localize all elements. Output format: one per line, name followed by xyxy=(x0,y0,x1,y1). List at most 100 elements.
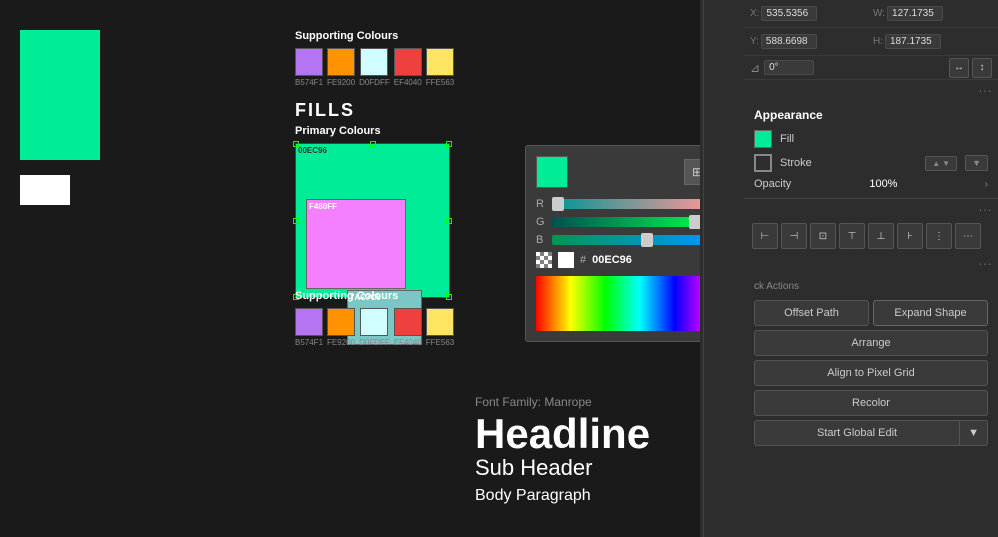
opacity-value: 100% xyxy=(869,178,976,190)
swatch-b-yellow[interactable] xyxy=(426,308,454,336)
blue-slider-thumb[interactable] xyxy=(641,233,653,247)
opacity-expand-icon[interactable]: › xyxy=(985,179,988,190)
x-field-group: X: xyxy=(750,6,869,21)
offset-path-button[interactable]: Offset Path xyxy=(754,300,869,326)
supporting-bottom-section: Supporting Colours B574F1 FE9200 D0FDFF … xyxy=(295,290,454,347)
supporting-top-swatches: B574F1 FE9200 D0FDFF EF4040 FFE563 xyxy=(295,48,454,87)
swatch-orange[interactable] xyxy=(327,48,355,76)
stroke-dropdown[interactable]: ▲ ▼ xyxy=(925,156,957,171)
angle-row: ⊿ ↔ ↕ xyxy=(744,56,998,80)
handle-tr[interactable] xyxy=(446,141,452,147)
color-picker-popup: ⊞ 🎨 R 0 G 236 B 150 xyxy=(525,145,700,342)
align-top-icon[interactable]: ⊤ xyxy=(839,223,865,249)
stroke-type-dropdown[interactable]: ▼ xyxy=(965,155,988,171)
align-right-icon[interactable]: ⊡ xyxy=(810,223,836,249)
coords-row-yh: Y: H: xyxy=(744,28,998,56)
handle-tl[interactable] xyxy=(293,141,299,147)
fill-row: Fill xyxy=(754,130,988,148)
handle-mr[interactable] xyxy=(446,218,452,224)
w-field-group: W: xyxy=(873,6,992,21)
headline-text: Headline xyxy=(475,413,650,455)
swatch-lightblue[interactable] xyxy=(360,48,388,76)
swatch-label-1: B574F1 xyxy=(295,78,323,87)
more-options-1[interactable]: ··· xyxy=(744,80,998,100)
align-center-v-icon[interactable]: ⊥ xyxy=(868,223,894,249)
hex-hash: # xyxy=(580,254,586,266)
distribute-h-icon[interactable]: ⋮ xyxy=(926,223,952,249)
start-global-edit-button[interactable]: Start Global Edit xyxy=(754,420,960,446)
w-label: W: xyxy=(873,8,885,19)
supporting-bottom-label: Supporting Colours xyxy=(295,290,454,302)
color-spectrum[interactable] xyxy=(536,276,700,331)
h-input[interactable] xyxy=(885,34,941,49)
y-input[interactable] xyxy=(761,34,817,49)
transform-icons: ↔ ↕ xyxy=(949,58,992,78)
primary-box-inner[interactable]: F480FF 7AC7C6 xyxy=(306,199,406,289)
appearance-section: Appearance Fill Stroke ▲ ▼ ▼ Opac xyxy=(744,100,998,199)
swatch-b-purple[interactable] xyxy=(295,308,323,336)
w-input[interactable] xyxy=(887,6,943,21)
align-pixel-button[interactable]: Align to Pixel Grid xyxy=(754,360,988,386)
flip-v-icon[interactable]: ↕ xyxy=(972,58,992,78)
stroke-label: Stroke xyxy=(780,157,917,169)
global-edit-dropdown-arrow[interactable]: ▼ xyxy=(960,420,988,446)
x-input[interactable] xyxy=(761,6,817,21)
swatch-b-label-4: EF4040 xyxy=(394,338,422,347)
swatch-b-group-5: FFE563 xyxy=(426,308,454,347)
h-label: H: xyxy=(873,36,883,47)
subheader-text: Sub Header xyxy=(475,455,650,481)
blue-slider-track[interactable] xyxy=(552,235,700,245)
swatch-label-5: FFE563 xyxy=(426,78,454,87)
panel-content: X: W: Y: H: ⊿ ↔ ↕ xyxy=(744,0,998,537)
arrange-button[interactable]: Arrange xyxy=(754,330,988,356)
swatch-b-label-5: FFE563 xyxy=(426,338,454,347)
canvas-area: Supporting Colours B574F1 FE9200 D0FDFF … xyxy=(0,0,700,537)
flip-h-icon[interactable]: ↔ xyxy=(949,58,969,78)
fill-label: Fill xyxy=(780,133,988,145)
swatch-purple[interactable] xyxy=(295,48,323,76)
swatch-b-label-3: D0FDFF xyxy=(359,338,390,347)
align-left-icon[interactable]: ⊢ xyxy=(752,223,778,249)
distribute-v-icon[interactable]: ⋯ xyxy=(955,223,981,249)
swatch-b-lightblue[interactable] xyxy=(360,308,388,336)
align-bottom-icon[interactable]: ⊦ xyxy=(897,223,923,249)
stroke-type-arrow: ▼ xyxy=(972,158,981,168)
swatch-label-3: D0FDFF xyxy=(359,78,390,87)
green-slider-track[interactable] xyxy=(552,217,700,227)
stroke-preview[interactable] xyxy=(754,154,772,172)
green-slider-thumb[interactable] xyxy=(689,215,700,229)
white-block xyxy=(20,175,70,205)
swatch-b-group-3: D0FDFF xyxy=(359,308,390,347)
recolor-button[interactable]: Recolor xyxy=(754,390,988,416)
y-label: Y: xyxy=(750,36,759,47)
primary-color-label: 00EC96 xyxy=(298,146,327,155)
right-panel: X: W: Y: H: ⊿ ↔ ↕ xyxy=(703,0,998,537)
swatch-yellow[interactable] xyxy=(426,48,454,76)
hex-value[interactable]: 00EC96 xyxy=(592,254,632,266)
primary-label: Primary Colours xyxy=(295,125,450,137)
swatch-red[interactable] xyxy=(394,48,422,76)
more-options-3[interactable]: ··· xyxy=(744,253,998,273)
red-slider-track[interactable] xyxy=(552,199,700,209)
red-slider-row: R 0 xyxy=(536,198,700,210)
primary-box[interactable]: 00EC96 F480FF 7AC7C6 xyxy=(295,143,450,298)
more-options-2[interactable]: ··· xyxy=(744,199,998,219)
swatch-label-4: EF4040 xyxy=(394,78,422,87)
supporting-top-section: Supporting Colours B574F1 FE9200 D0FDFF … xyxy=(295,30,454,87)
transparency-checker xyxy=(536,252,552,268)
supporting-bottom-swatches: B574F1 FE9200 D0FDFF EF4040 FFE563 xyxy=(295,308,454,347)
align-center-h-icon[interactable]: ⊣ xyxy=(781,223,807,249)
red-slider-thumb[interactable] xyxy=(552,197,564,211)
swatch-b-group-2: FE9200 xyxy=(327,308,355,347)
expand-shape-button[interactable]: Expand Shape xyxy=(873,300,988,326)
picker-grid-icon[interactable]: ⊞ xyxy=(684,159,700,185)
picker-color-preview[interactable] xyxy=(536,156,568,188)
swatch-b-orange[interactable] xyxy=(327,308,355,336)
handle-mt[interactable] xyxy=(370,141,376,147)
handle-ml[interactable] xyxy=(293,218,299,224)
fill-color-preview[interactable] xyxy=(754,130,772,148)
opacity-row: Opacity 100% › xyxy=(754,178,988,190)
stroke-row: Stroke ▲ ▼ ▼ xyxy=(754,154,988,172)
swatch-b-red[interactable] xyxy=(394,308,422,336)
angle-input[interactable] xyxy=(764,60,814,75)
